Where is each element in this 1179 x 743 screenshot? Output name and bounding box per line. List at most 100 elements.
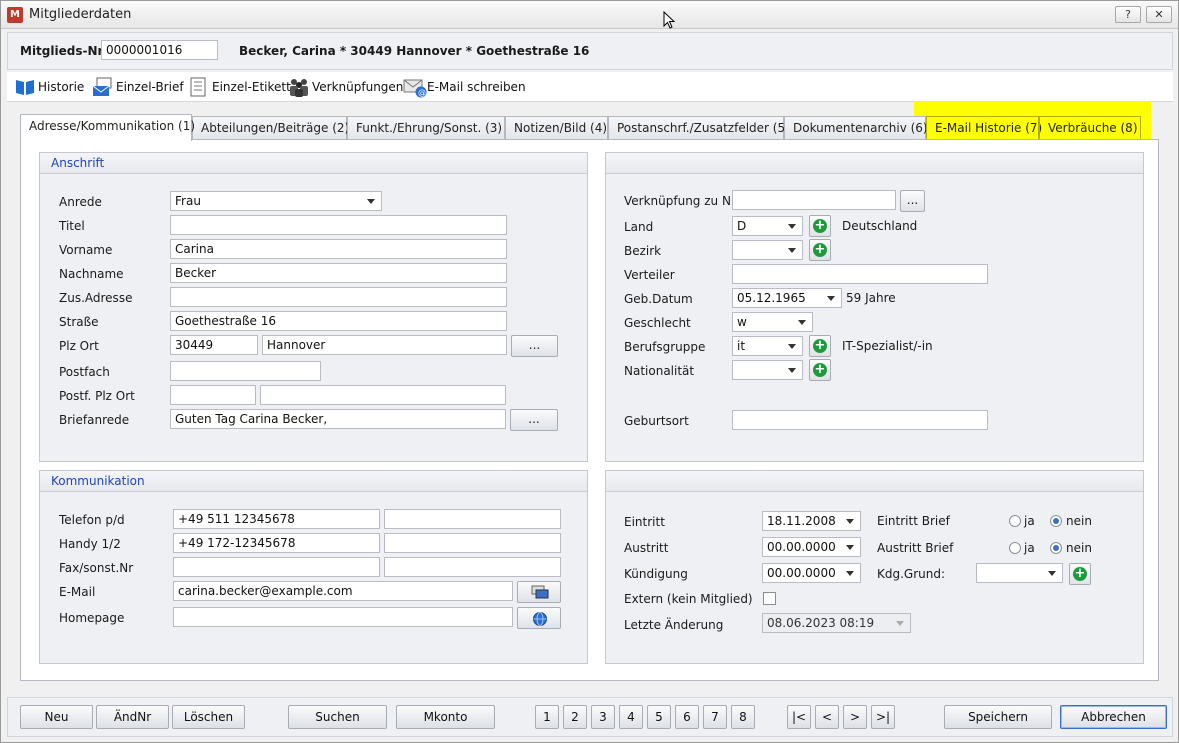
prev-record-button[interactable]: <: [815, 705, 839, 729]
tab-page-button-1[interactable]: 1: [535, 705, 559, 729]
extern-checkbox[interactable]: [763, 592, 776, 605]
eintritt-field[interactable]: 18.11.2008: [762, 511, 861, 531]
close-button[interactable]: ✕: [1146, 6, 1172, 23]
postfach-field[interactable]: [170, 361, 321, 381]
vorname-field[interactable]: Carina: [170, 239, 507, 259]
mouse-cursor-icon: [663, 11, 676, 29]
geb-datum-field[interactable]: 05.12.1965: [732, 288, 842, 308]
last-record-button[interactable]: >|: [871, 705, 895, 729]
bezirk-select[interactable]: [732, 240, 803, 260]
tab-notizen[interactable]: Notizen/Bild (4): [505, 116, 608, 140]
tab-page-button-3[interactable]: 3: [591, 705, 615, 729]
neu-button[interactable]: Neu: [20, 705, 93, 729]
verteiler-field[interactable]: [732, 264, 988, 284]
titel-label: Titel: [59, 219, 85, 233]
verknuepfung-button[interactable]: ...: [900, 190, 925, 212]
fax-field[interactable]: [173, 557, 380, 577]
member-no-field[interactable]: 0000001016: [101, 40, 218, 60]
eintritt-brief-nein-radio[interactable]: [1050, 515, 1062, 527]
aendnr-button[interactable]: ÄndNr: [96, 705, 169, 729]
fax2-field[interactable]: [384, 557, 561, 577]
open-homepage-button[interactable]: [517, 607, 561, 629]
bezirk-add-button[interactable]: +: [809, 239, 831, 261]
nachname-field[interactable]: Becker: [170, 263, 507, 283]
briefanrede-field[interactable]: Guten Tag Carina Becker,: [170, 409, 506, 429]
member-summary: Becker, Carina * 30449 Hannover * Goethe…: [239, 44, 590, 58]
ort-field[interactable]: Hannover: [262, 335, 507, 355]
austritt-field[interactable]: 00.00.0000: [762, 537, 861, 557]
tab-page-button-4[interactable]: 4: [619, 705, 643, 729]
titel-field[interactable]: [170, 215, 507, 235]
land-label: Land: [624, 220, 654, 234]
bezirk-label: Bezirk: [624, 244, 662, 258]
plz-lookup-button[interactable]: ...: [511, 335, 558, 357]
loeschen-button[interactable]: Löschen: [172, 705, 245, 729]
tab-page-button-6[interactable]: 6: [675, 705, 699, 729]
tab-page-button-5[interactable]: 5: [647, 705, 671, 729]
email-schreiben-button[interactable]: @ E-Mail schreiben: [403, 76, 526, 98]
member-no-label: Mitglieds-Nr.: [20, 44, 107, 58]
kdg-grund-select[interactable]: [976, 563, 1063, 583]
postf-plz-field[interactable]: [170, 385, 256, 405]
app-icon: M: [7, 7, 23, 23]
next-record-button[interactable]: >: [843, 705, 867, 729]
eintritt-label: Eintritt: [624, 515, 665, 529]
geschlecht-select[interactable]: w: [732, 312, 813, 332]
tab-postanschrift[interactable]: Postanschrf./Zusatzfelder (5): [608, 116, 790, 140]
land-add-button[interactable]: +: [809, 215, 831, 237]
help-button[interactable]: ?: [1115, 6, 1141, 23]
plz-field[interactable]: 30449: [170, 335, 258, 355]
briefanrede-button[interactable]: ...: [510, 409, 558, 431]
nationalitaet-select[interactable]: [732, 360, 803, 380]
kuendigung-field[interactable]: 00.00.0000: [762, 563, 861, 583]
tab-abteilungen[interactable]: Abteilungen/Beiträge (2): [192, 116, 349, 140]
homepage-field[interactable]: [173, 607, 513, 627]
tab-page-button-2[interactable]: 2: [563, 705, 587, 729]
send-email-button[interactable]: [517, 581, 561, 603]
eintritt-brief-ja-radio[interactable]: [1009, 515, 1021, 527]
austritt-brief-ja-radio[interactable]: [1009, 542, 1021, 554]
email-field[interactable]: carina.becker@example.com: [173, 581, 513, 601]
postf-ort-field[interactable]: [260, 385, 506, 405]
verknuepfungen-button[interactable]: Verknüpfungen: [288, 76, 403, 98]
kdg-grund-add-button[interactable]: +: [1069, 563, 1091, 585]
geburtsort-field[interactable]: [732, 410, 988, 430]
nationalitaet-add-button[interactable]: +: [809, 359, 831, 381]
telefon-field[interactable]: +49 511 12345678: [173, 509, 380, 529]
tab-dokumentenarchiv[interactable]: Dokumentenarchiv (6): [784, 116, 928, 140]
plus-icon: +: [1073, 566, 1087, 581]
anrede-select[interactable]: Frau: [170, 191, 382, 211]
zus-adresse-field[interactable]: [170, 287, 507, 307]
land-name: Deutschland: [842, 219, 918, 233]
land-select[interactable]: D: [732, 216, 803, 236]
telefon-label: Telefon p/d: [59, 513, 125, 527]
tab-funktionen[interactable]: Funkt./Ehrung/Sonst. (3): [347, 116, 505, 140]
einzel-brief-button[interactable]: Einzel-Brief: [92, 76, 184, 98]
label-sheet-icon: [188, 77, 208, 97]
strasse-field[interactable]: Goethestraße 16: [170, 311, 507, 331]
first-record-button[interactable]: |<: [787, 705, 811, 729]
verknuepfung-field[interactable]: [732, 190, 896, 210]
suchen-button[interactable]: Suchen: [288, 705, 387, 729]
geburtsort-label: Geburtsort: [624, 414, 689, 428]
speichern-button[interactable]: Speichern: [944, 705, 1052, 729]
eintritt-brief-nein-label: nein: [1066, 514, 1092, 528]
handy-field[interactable]: +49 172-12345678: [173, 533, 380, 553]
geschlecht-label: Geschlecht: [624, 316, 691, 330]
geb-datum-label: Geb.Datum: [624, 292, 693, 306]
einzel-etikett-button[interactable]: Einzel-Etikett: [188, 76, 291, 98]
tab-verbraeuche[interactable]: Verbräuche (8): [1039, 116, 1141, 140]
handy2-field[interactable]: [384, 533, 561, 553]
historie-button[interactable]: Historie: [14, 76, 84, 98]
mkonto-button[interactable]: Mkonto: [396, 705, 495, 729]
berufsgruppe-select[interactable]: it: [732, 336, 803, 356]
tab-page-button-7[interactable]: 7: [703, 705, 727, 729]
austritt-brief-nein-radio[interactable]: [1050, 542, 1062, 554]
abbrechen-button[interactable]: Abbrechen: [1060, 705, 1167, 729]
tab-adresse[interactable]: Adresse/Kommunikation (1): [20, 114, 195, 141]
tab-page-button-8[interactable]: 8: [731, 705, 755, 729]
strasse-label: Straße: [59, 315, 99, 329]
telefon-dienst-field[interactable]: [384, 509, 561, 529]
tab-email-historie[interactable]: E-Mail Historie (7): [926, 116, 1042, 140]
berufsgruppe-add-button[interactable]: +: [809, 335, 831, 357]
